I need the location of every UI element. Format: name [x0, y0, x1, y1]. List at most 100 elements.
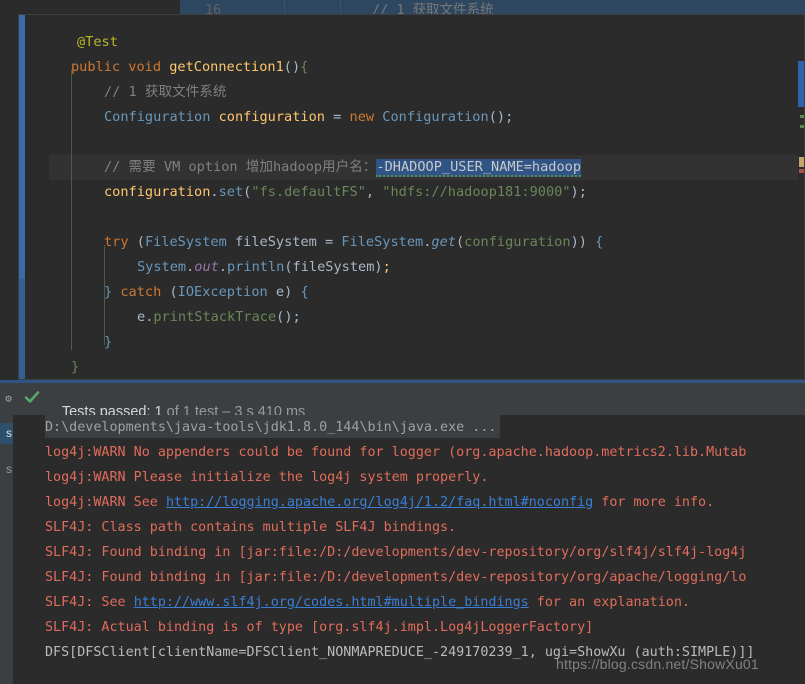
console-tab-results[interactable]: s — [0, 423, 13, 444]
code-line[interactable]: try (FileSystem fileSystem = FileSystem.… — [104, 230, 603, 255]
watermark-text: https://blog.csdn.net/ShowXu01 — [556, 656, 759, 672]
console-tool-tabs[interactable]: s s — [0, 415, 13, 684]
code-line[interactable]: // 1 获取文件系统 — [104, 80, 226, 105]
code-token: try — [104, 234, 137, 250]
console-error-line: log4j:WARN Please initialize the log4j s… — [45, 470, 489, 485]
console-error-line: SLF4J: Found binding in [jar:file:/D:/de… — [45, 570, 747, 585]
code-token: out — [194, 259, 219, 275]
code-line[interactable]: } — [104, 330, 112, 355]
green-check-icon — [24, 391, 40, 403]
code-token: Configuration — [382, 109, 489, 125]
code-line[interactable]: @Test — [77, 30, 118, 55]
code-token: configuration — [104, 184, 211, 200]
console-hyperlink[interactable]: http://www.slf4j.org/codes.html#multiple… — [134, 595, 529, 610]
code-token: ; — [505, 109, 514, 125]
code-token: configuration — [464, 234, 571, 250]
code-line[interactable]: } — [71, 355, 80, 379]
code-token: get — [431, 234, 456, 250]
code-line[interactable]: e.printStackTrace(); — [137, 305, 301, 330]
editor-gutter — [25, 15, 49, 379]
marker-warning — [799, 157, 804, 167]
code-token: fileSystem — [234, 234, 325, 250]
marker-change — [800, 125, 804, 128]
code-line[interactable]: System.out.println(fileSystem); — [137, 255, 391, 280]
code-token: ) — [496, 109, 506, 125]
code-token: e — [137, 309, 146, 325]
code-token: FileSystem — [341, 234, 424, 250]
console-error-line: SLF4J: Class path contains multiple SLF4… — [45, 520, 457, 535]
code-token: ( — [488, 109, 497, 125]
console-output[interactable]: D:\developments\java-tools\jdk1.8.0_144\… — [13, 415, 805, 684]
console-error-line: log4j:WARN No appenders could be found f… — [45, 445, 747, 460]
code-token: ) — [570, 184, 579, 200]
code-line[interactable]: } catch (IOException e) { — [104, 280, 309, 305]
code-token: fileSystem — [292, 259, 375, 275]
run-config-icon[interactable]: ⚙ — [2, 392, 15, 405]
code-token: FileSystem — [144, 234, 235, 250]
code-token: // 1 获取文件系统 — [104, 84, 227, 100]
code-token: } — [104, 334, 113, 350]
code-token: ) — [291, 59, 301, 75]
code-token: e — [275, 284, 285, 300]
code-token: = — [325, 234, 342, 250]
code-token: System — [137, 259, 187, 275]
code-token: ( — [284, 259, 293, 275]
code-token: Configuration — [104, 109, 219, 125]
code-token: ( — [283, 59, 292, 75]
code-token: { — [292, 284, 309, 300]
code-token: { — [586, 234, 604, 250]
code-token: public — [71, 59, 129, 75]
code-token: ) — [284, 309, 293, 325]
code-token: printStackTrace — [153, 309, 277, 325]
console-text: for an explanation. — [528, 595, 690, 610]
code-token: = — [333, 109, 350, 125]
code-token: ; — [382, 259, 391, 275]
editor-right-marker-bar[interactable] — [798, 15, 804, 379]
code-token: getConnection1 — [169, 59, 284, 75]
code-token: , — [365, 184, 383, 200]
marker-change — [800, 115, 804, 118]
test-status-bar: ⚙ Tests passed: 1 of 1 test – 3 s 410 ms — [0, 383, 805, 420]
code-content[interactable]: @Test public void getConnection1(){// 1 获… — [49, 15, 796, 379]
console-text: log4j:WARN See — [45, 495, 166, 510]
code-token: ) — [570, 234, 579, 250]
code-line[interactable]: configuration.set("fs.defaultFS", "hdfs:… — [104, 180, 587, 205]
code-token: ) — [374, 259, 383, 275]
console-panel[interactable]: s s D:\developments\java-tools\jdk1.8.0_… — [0, 415, 805, 684]
code-token: . — [218, 259, 228, 275]
code-token: } — [104, 284, 113, 300]
code-token: println — [227, 259, 285, 275]
marker-selection — [798, 61, 804, 107]
code-token: void — [128, 59, 170, 75]
code-token: ( — [136, 234, 145, 250]
code-token: "fs.defaultFS" — [251, 184, 366, 200]
console-hyperlink[interactable]: http://logging.apache.org/log4j/1.2/faq.… — [166, 495, 593, 510]
code-token: new — [349, 109, 383, 125]
code-token: configuration — [218, 109, 334, 125]
code-token: ; — [292, 309, 301, 325]
code-line[interactable]: Configuration configuration = new Config… — [104, 105, 513, 130]
console-text: SLF4J: See — [45, 595, 134, 610]
console-tab-console[interactable]: s — [0, 459, 13, 480]
console-error-line: log4j:WARN See http://logging.apache.org… — [45, 490, 714, 515]
marker-error — [799, 169, 804, 173]
code-token: ) — [578, 234, 587, 250]
code-token: ( — [455, 234, 465, 250]
console-error-line: SLF4J: Actual binding is of type [org.sl… — [45, 620, 594, 635]
code-token: . — [210, 184, 219, 200]
code-token: // 需要 VM option 增加hadoop用户名： — [104, 159, 377, 175]
console-text: for more info. — [593, 495, 715, 510]
code-token: ( — [169, 284, 178, 300]
code-token: @Test — [77, 34, 118, 50]
code-token: { — [300, 59, 309, 75]
selected-vm-option-text[interactable]: -DHADOOP_USER_NAME=hadoop — [376, 159, 582, 177]
console-command-line: D:\developments\java-tools\jdk1.8.0_144\… — [45, 420, 497, 435]
code-token: "hdfs://hadoop181:9000" — [382, 184, 571, 200]
code-editor-panel[interactable]: @Test public void getConnection1(){// 1 获… — [18, 14, 805, 380]
code-token: IOException — [177, 284, 276, 300]
code-token: } — [71, 359, 80, 375]
code-line[interactable]: // 需要 VM option 增加hadoop用户名：-DHADOOP_USE… — [104, 155, 582, 180]
code-line[interactable]: public void getConnection1(){ — [71, 55, 308, 80]
console-error-line: SLF4J: See http://www.slf4j.org/codes.ht… — [45, 590, 690, 615]
code-token: catch — [112, 284, 170, 300]
